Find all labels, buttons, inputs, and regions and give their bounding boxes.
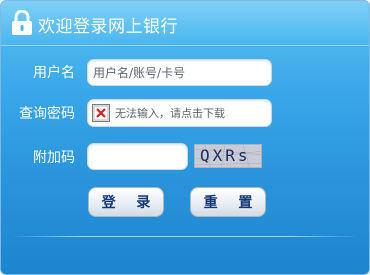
lock-icon — [11, 9, 33, 36]
plugin-message: 无法输入，请点击下载 — [115, 107, 225, 120]
page-title: 欢迎登录网上银行 — [38, 17, 178, 37]
username-input[interactable] — [88, 60, 271, 85]
captcha-field-wrapper — [87, 143, 188, 170]
password-label: 查询密码 — [19, 106, 75, 122]
login-button[interactable]: 登 录 — [88, 187, 164, 217]
title-bar: 欢迎登录网上银行 — [1, 1, 369, 46]
login-panel: 欢迎登录网上银行 用户名 查询密码 无法输入，请点击下载 附加码 — [0, 0, 370, 275]
captcha-label: 附加码 — [33, 150, 75, 166]
broken-plugin-icon — [92, 104, 110, 122]
password-field[interactable]: 无法输入，请点击下载 — [87, 99, 272, 127]
username-field-wrapper — [87, 59, 272, 86]
captcha-code: QXRs — [200, 146, 251, 165]
username-label: 用户名 — [33, 65, 75, 81]
reset-button[interactable]: 重 置 — [190, 187, 266, 217]
captcha-image[interactable]: QXRs — [194, 144, 262, 168]
captcha-input[interactable] — [88, 144, 187, 169]
password-plugin-placeholder[interactable]: 无法输入，请点击下载 — [92, 103, 225, 123]
divider — [11, 236, 359, 237]
